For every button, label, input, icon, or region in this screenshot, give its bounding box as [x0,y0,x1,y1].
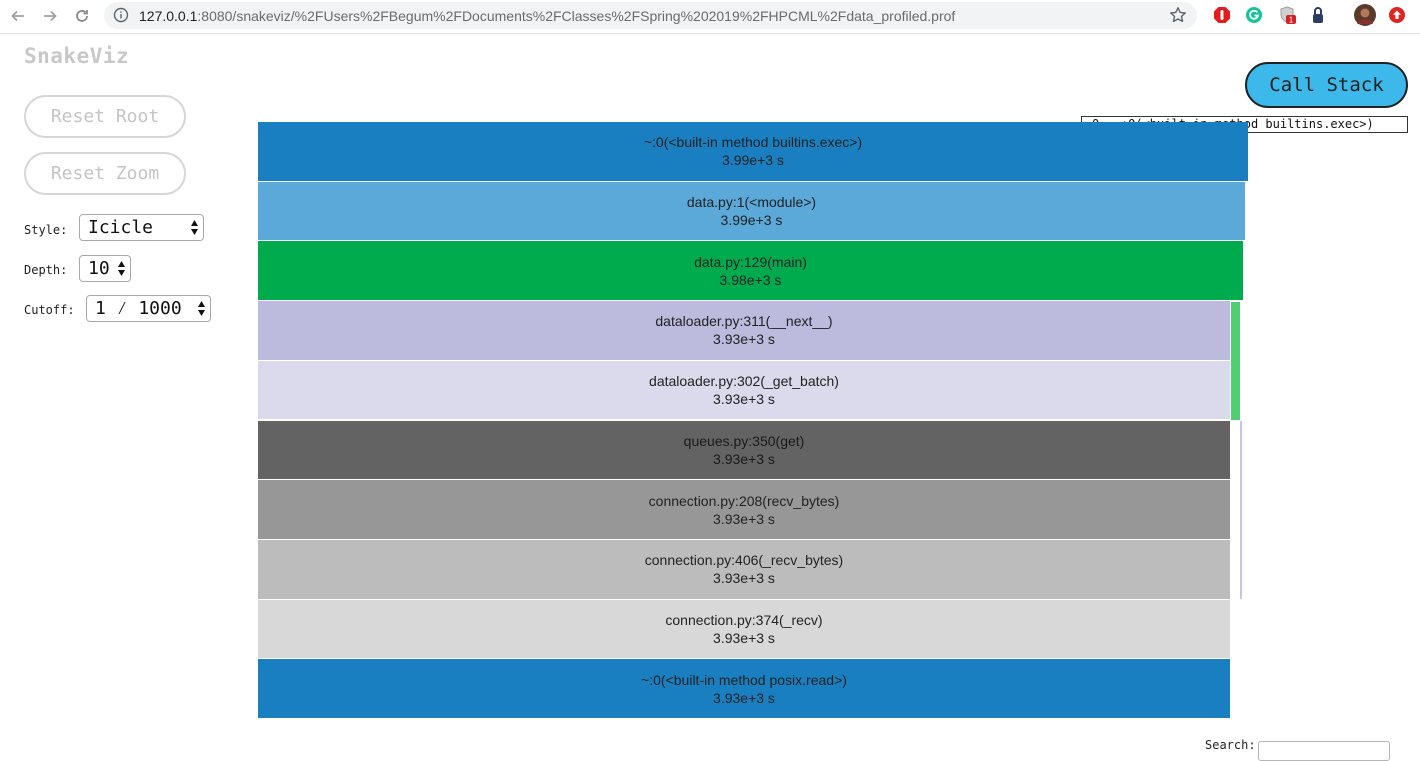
icicle-row[interactable]: dataloader.py:311(__next__) 3.93e+3 s [258,301,1230,361]
info-icon[interactable] [113,7,129,28]
icicle-row-name: ~:0(<built-in method posix.read>) [641,671,847,688]
select-arrows-icon [191,220,198,235]
select-arrows-icon [198,301,205,316]
icicle-row-time: 3.93e+3 s [713,570,775,587]
reload-button[interactable] [70,4,94,28]
arrow-right-icon [44,10,57,22]
app-logo: SnakeViz [24,44,130,68]
reset-root-button[interactable]: Reset Root [24,95,186,138]
child-sliver[interactable] [1240,421,1242,599]
adblock-icon[interactable] [1212,5,1232,25]
icicle-row[interactable]: ~:0(<built-in method builtins.exec>) 3.99… [258,122,1248,182]
extension-badge-count: 1 [1289,16,1294,25]
reset-zoom-button[interactable]: Reset Zoom [24,152,186,195]
icicle-row-time: 3.93e+3 s [713,450,775,467]
bookmark-star-icon[interactable] [1169,6,1187,29]
profile-avatar[interactable] [1354,4,1376,26]
depth-select-value: 10 [88,258,110,279]
icicle-row[interactable]: data.py:129(main) 3.98e+3 s [258,241,1243,302]
browser-toolbar: 127.0.0.1:8080/snakeviz/%2FUsers%2FBegum… [0,0,1420,34]
select-arrows-icon [118,261,125,276]
icicle-row[interactable]: connection.py:374(_recv) 3.93e+3 s [258,599,1230,660]
reload-icon [76,10,88,22]
icicle-row-name: queues.py:350(get) [683,432,805,449]
icicle-row-time: 3.99e+3 s [720,212,783,229]
icicle-row-name: data.py:1(<module>) [686,194,817,211]
shield-extension-icon[interactable]: 1 [1277,5,1297,25]
grammarly-icon[interactable] [1244,5,1264,25]
depth-select[interactable]: 10 [79,255,131,282]
icicle-row[interactable]: connection.py:208(recv_bytes) 3.93e+3 s [258,480,1230,540]
icicle-row[interactable]: ~:0(<built-in method posix.read>) 3.93e+3… [258,659,1230,719]
icicle-chart: ~:0(<built-in method builtins.exec>) 3.99… [258,122,1248,719]
icicle-row[interactable]: dataloader.py:302(_get_batch) 3.93e+3 s [258,360,1230,421]
cutoff-select[interactable]: 1 ⁄ 1000 [86,295,211,322]
icicle-row-name: ~:0(<built-in method builtins.exec>) [643,134,863,151]
style-select-value: Icicle [88,217,154,238]
style-select[interactable]: Icicle [79,214,204,241]
icicle-row[interactable]: connection.py:406(_recv_bytes) 3.93e+3 s [258,539,1230,600]
icicle-row-time: 3.99e+3 s [722,152,784,169]
icicle-row-time: 3.93e+3 s [713,629,775,646]
style-label: Style: [24,223,68,237]
icicle-row-time: 3.98e+3 s [719,271,782,288]
icicle-row-time: 3.93e+3 s [713,331,775,348]
icicle-row-name: dataloader.py:302(_get_batch) [649,373,839,390]
upload-extension-icon[interactable] [1387,5,1407,25]
address-bar[interactable]: 127.0.0.1:8080/snakeviz/%2FUsers%2FBegum… [104,2,1197,29]
icicle-row[interactable]: data.py:1(<module>) 3.99e+3 s [258,181,1245,242]
url-path: :8080/snakeviz/%2FUsers%2FBegum%2FDocume… [197,8,956,24]
icicle-row-name: connection.py:406(_recv_bytes) [644,552,844,569]
icicle-row-name: dataloader.py:311(__next__) [655,313,833,330]
back-button[interactable] [6,4,30,28]
cutoff-select-value: 1 ⁄ 1000 [95,298,182,319]
url-text[interactable]: 127.0.0.1:8080/snakeviz/%2FUsers%2FBegum… [139,8,955,24]
forward-button[interactable] [38,4,62,28]
lock-extension-icon[interactable] [1308,5,1328,25]
icicle-row-name: connection.py:208(recv_bytes) [648,492,840,509]
arrow-left-icon [11,10,24,22]
icicle-row-name: connection.py:374(_recv) [665,611,823,628]
call-stack-button[interactable]: Call Stack [1245,62,1408,108]
search-label: Search: [1205,738,1256,752]
icicle-row-time: 3.93e+3 s [713,391,775,408]
search-input[interactable] [1258,741,1390,761]
icicle-row-time: 3.93e+3 s [713,689,775,706]
child-sliver[interactable] [1231,302,1240,420]
icicle-row[interactable]: queues.py:350(get) 3.93e+3 s [258,420,1230,481]
cutoff-label: Cutoff: [24,303,75,317]
url-host: 127.0.0.1 [139,8,198,24]
icicle-row-time: 3.93e+3 s [713,510,775,527]
icicle-row-name: data.py:129(main) [694,253,807,270]
depth-label: Depth: [24,263,68,277]
